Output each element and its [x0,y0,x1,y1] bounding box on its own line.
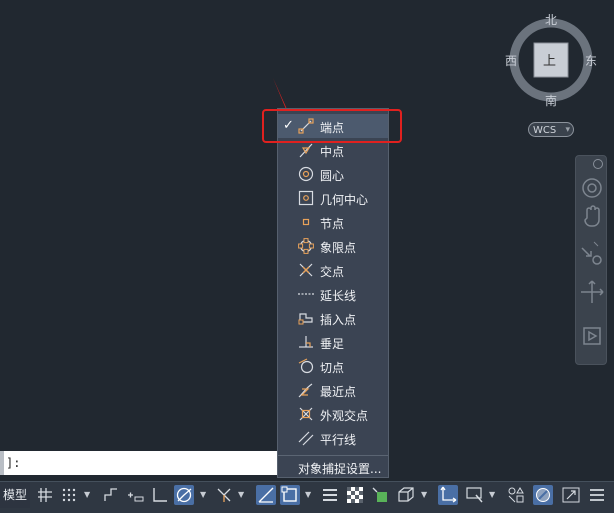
menu-item-perpendicular[interactable]: 垂足 [278,330,388,354]
quadrant-icon [298,238,314,254]
intersection-icon [299,263,313,277]
menu-item-intersection[interactable]: 交点 [278,258,388,282]
navigation-bar [575,155,607,365]
chevron-down-icon[interactable]: ▼ [421,490,427,499]
object-snap-tracking-icon[interactable] [256,485,276,505]
compass-west[interactable]: 西 [505,52,517,69]
parallel-icon [298,431,314,446]
viewcube-compass[interactable]: 北 南 西 东 上 [505,10,600,110]
chevron-down-icon[interactable]: ▼ [238,490,244,499]
command-line-grip [0,451,4,475]
menu-item-label: 平行线 [320,433,357,447]
transparency-icon[interactable] [345,485,365,505]
menu-item-tangent[interactable]: 切点 [278,354,388,378]
lineweight-icon[interactable] [320,485,340,505]
annotation-visibility-icon[interactable] [533,485,553,505]
wcs-menu[interactable]: WCS ▾ [528,122,574,137]
compass-south[interactable]: 南 [545,92,557,109]
menu-item-label: 最近点 [320,385,357,399]
menu-item-nearest[interactable]: 最近点 [278,378,388,402]
chevron-down-icon[interactable]: ▼ [200,490,206,499]
center-icon [298,166,314,182]
menu-item-osnap-settings[interactable]: 对象捕捉设置... [278,455,388,479]
menu-item-parallel[interactable]: 平行线 [278,426,388,450]
chevron-down-icon[interactable]: ▼ [84,490,90,499]
red-highlight-box [262,109,402,143]
menu-item-label: 圆心 [320,169,345,183]
menu-item-label: 对象捕捉设置... [298,462,382,476]
apparent-intersection-icon [299,407,313,421]
customization-menu-icon[interactable] [587,485,607,505]
command-line[interactable]: ]: [0,451,277,475]
command-prompt-text: ]: [6,456,21,470]
menu-item-label: 中点 [320,145,345,159]
3d-object-snap-icon[interactable] [396,485,416,505]
geometric-center-icon [298,190,314,206]
menu-item-label: 外观交点 [320,409,369,423]
dynamic-input-icon[interactable] [125,485,145,505]
chevron-down-icon: ▾ [565,125,570,135]
tangent-icon [298,358,314,374]
compass-north[interactable]: 北 [545,11,557,28]
ortho-mode-icon[interactable] [150,485,170,505]
grid-icon[interactable] [35,485,55,505]
menu-item-center[interactable]: 圆心 [278,162,388,186]
status-bar: 模型 ▼ ▼ ▼ ▼ ▼ ▼ [0,481,614,513]
tab-model[interactable]: 模型 [0,482,30,508]
menu-item-insertion[interactable]: 插入点 [278,306,388,330]
wcs-label: WCS [533,125,557,136]
isometric-drafting-icon[interactable] [214,485,234,505]
chevron-down-icon[interactable]: ▼ [305,490,311,499]
menu-item-label: 延长线 [320,289,357,303]
node-icon [302,218,310,226]
navigation-tools-icons[interactable] [576,156,608,366]
object-snap-icon[interactable] [280,485,300,505]
menu-item-quadrant[interactable]: 象限点 [278,234,388,258]
infer-constraints-icon[interactable] [101,485,121,505]
menu-item-label: 插入点 [320,313,357,327]
nearest-icon [298,383,313,398]
insertion-icon [298,313,313,325]
viewcube-top-face[interactable]: 上 [543,50,556,69]
menu-item-extension[interactable]: 延长线 [278,282,388,306]
selection-filter-icon[interactable] [465,485,485,505]
compass-east[interactable]: 东 [585,52,597,69]
menu-item-label: 垂足 [320,337,345,351]
menu-item-node[interactable]: 节点 [278,210,388,234]
menu-item-label: 节点 [320,217,345,231]
object-snap-menu: ✓ 端点 中点 圆心 几何中心 节点 象限点 交点 延长线 插入点 垂足 切点 … [277,108,389,478]
menu-item-geometric-center[interactable]: 几何中心 [278,186,388,210]
menu-item-label: 切点 [320,361,345,375]
polar-tracking-icon[interactable] [174,485,194,505]
extension-icon [298,293,314,295]
dynamic-ucs-icon[interactable] [438,485,458,505]
menu-item-label: 象限点 [320,241,357,255]
chevron-down-icon[interactable]: ▼ [489,490,495,499]
midpoint-icon [299,143,313,158]
menu-item-label: 几何中心 [320,193,369,207]
selection-cycling-icon[interactable] [370,485,390,505]
fullscreen-icon[interactable] [561,485,581,505]
menu-item-label: 交点 [320,265,345,279]
perpendicular-icon [299,336,313,348]
gizmo-icon[interactable] [506,485,526,505]
snap-mode-icon[interactable] [59,485,79,505]
menu-item-apparent-intersection[interactable]: 外观交点 [278,402,388,426]
